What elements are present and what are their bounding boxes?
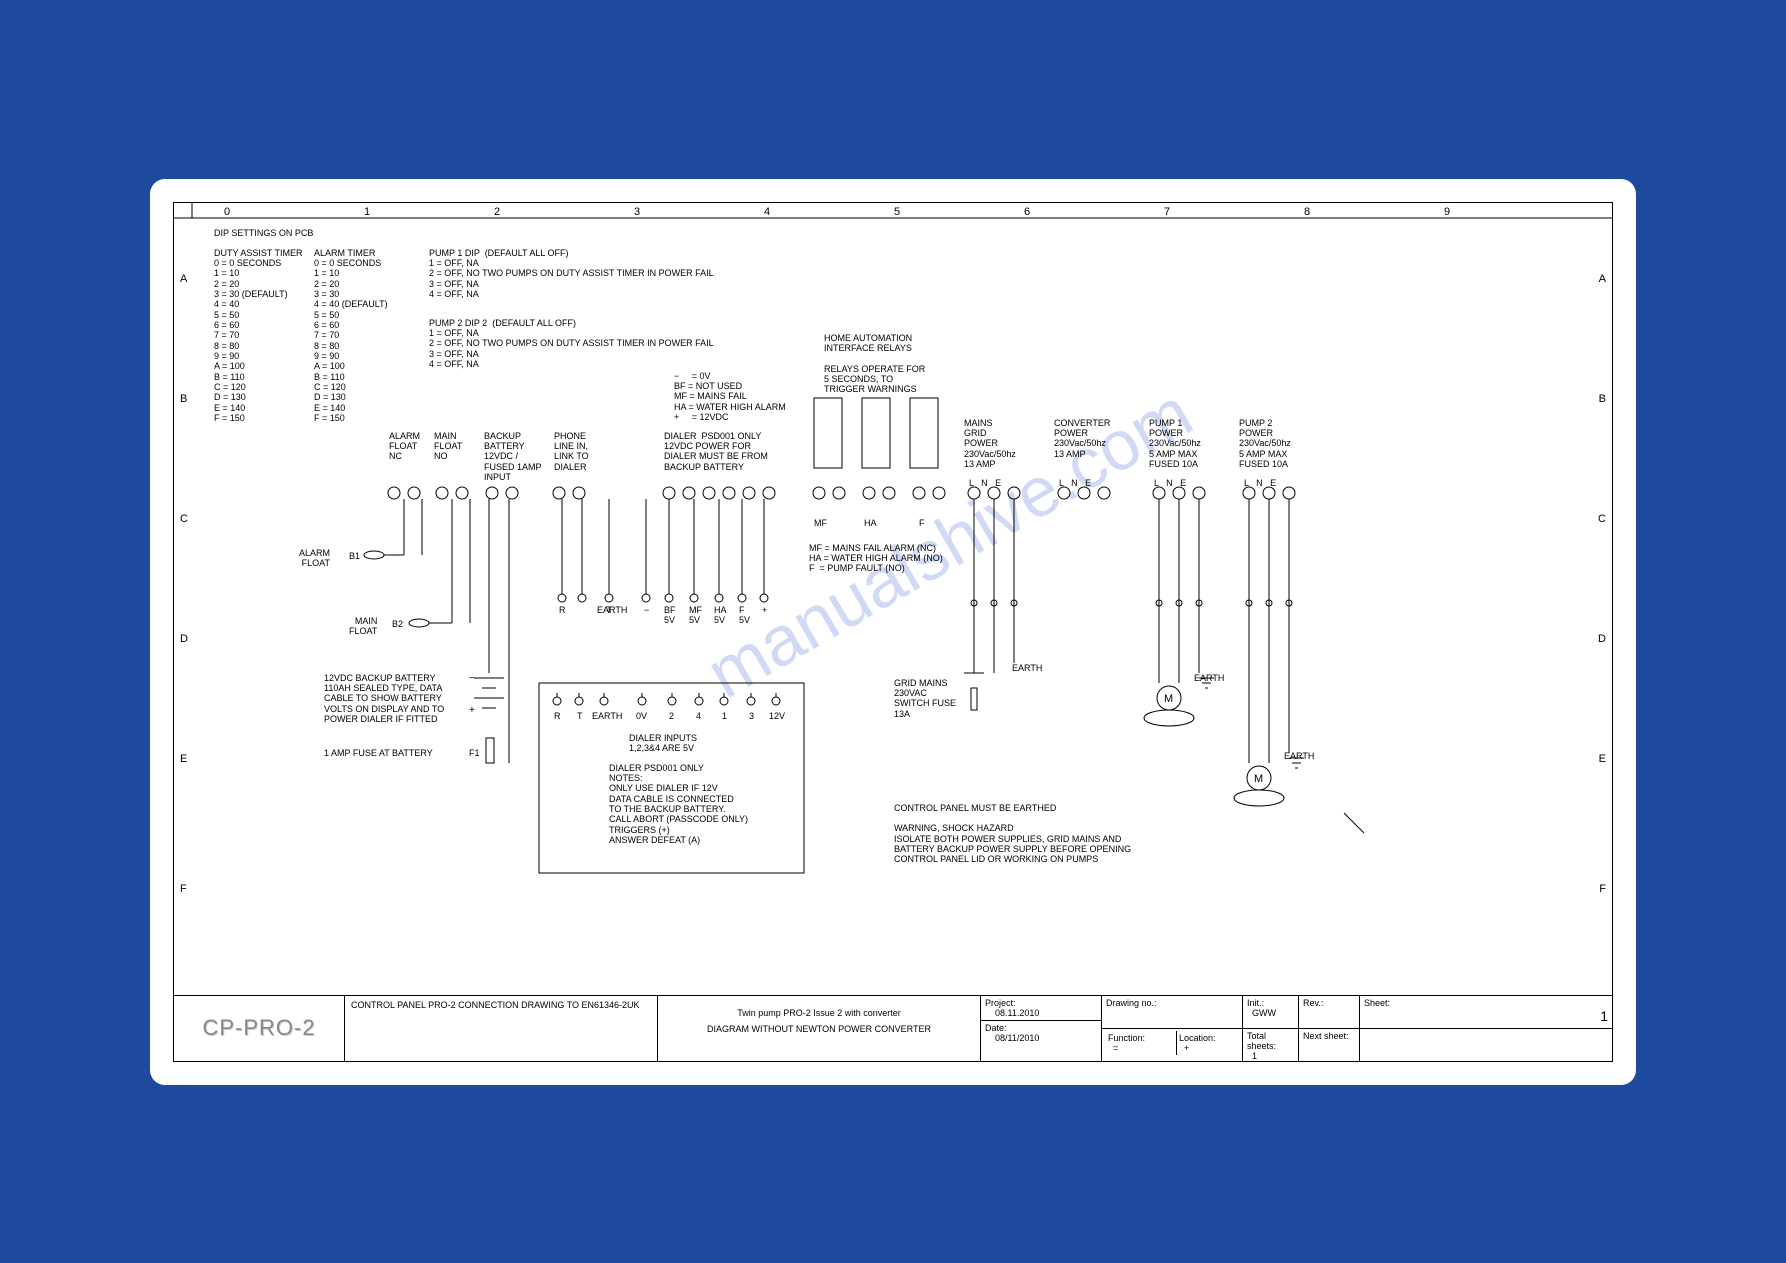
lbl-main-float: MAIN FLOAT NO: [434, 431, 462, 462]
row-f-l: F: [180, 883, 187, 895]
e-2: 2: [669, 711, 674, 721]
e-1: 1: [722, 711, 727, 721]
drawing-title: CONTROL PANEL PRO-2 CONNECTION DRAWING T…: [351, 1000, 651, 1010]
col-7: 7: [1164, 206, 1170, 218]
d-mf: MF 5V: [689, 605, 702, 626]
earth-d: EARTH: [597, 605, 627, 615]
grid-switch: GRID MAINS 230VAC SWITCH FUSE 13A: [894, 678, 956, 719]
relay-ha: HA: [864, 518, 877, 528]
row-c-l: C: [180, 513, 188, 525]
logo: CP-PRO-2: [174, 996, 345, 1061]
subtitle1: Twin pump PRO-2 Issue 2 with converter: [664, 1008, 974, 1018]
e-t: T: [577, 711, 583, 721]
row-d-l: D: [180, 633, 188, 645]
relay-f: F: [919, 518, 925, 528]
earth-lbl-3: EARTH: [1284, 751, 1314, 761]
d-plus: +: [762, 605, 767, 615]
b1: B1: [349, 551, 360, 561]
lbl-alarm-float: ALARM FLOAT NC: [389, 431, 420, 462]
battery-note: 12VDC BACKUP BATTERY 110AH SEALED TYPE, …: [324, 673, 444, 725]
titleblock: CP-PRO-2 CONTROL PANEL PRO-2 CONNECTION …: [174, 995, 1612, 1061]
warning: CONTROL PANEL MUST BE EARTHED WARNING, S…: [894, 803, 1131, 865]
row-b-l: B: [180, 393, 187, 405]
schematic-svg: − + M: [174, 203, 1612, 1061]
svg-text:M: M: [1254, 773, 1263, 785]
lne2: L N E: [1059, 478, 1091, 488]
lbl-pump2: PUMP 2 POWER 230Vac/50hz 5 AMP MAX FUSED…: [1239, 418, 1291, 470]
e-r: R: [554, 711, 561, 721]
e-12v: 12V: [769, 711, 785, 721]
lne4: L N E: [1244, 478, 1276, 488]
relay-legend: MF = MAINS FAIL ALARM (NC) HA = WATER HI…: [809, 543, 943, 574]
fuse-note: 1 AMP FUSE AT BATTERY: [324, 748, 433, 758]
float-main: MAIN FLOAT: [349, 616, 377, 637]
col-9: 9: [1444, 206, 1450, 218]
lbl-mains: MAINS GRID POWER 230Vac/50hz 13 AMP: [964, 418, 1016, 470]
lbl-conv: CONVERTER POWER 230Vac/50hz 13 AMP: [1054, 418, 1110, 459]
pump2-dip: PUMP 2 DIP 2 (DEFAULT ALL OFF) 1 = OFF, …: [429, 318, 714, 370]
b2: B2: [392, 619, 403, 629]
lbl-dialer: DIALER PSD001 ONLY 12VDC POWER FOR DIALE…: [664, 431, 768, 472]
dip-title: DIP SETTINGS ON PCB: [214, 228, 313, 238]
d-minus: −: [644, 605, 649, 615]
e-earth: EARTH: [592, 711, 622, 721]
alarm-timer: ALARM TIMER 0 = 0 SECONDS 1 = 10 2 = 20 …: [314, 248, 388, 424]
lbl-backup: BACKUP BATTERY 12VDC / FUSED 1AMP INPUT: [484, 431, 542, 483]
e-3: 3: [749, 711, 754, 721]
dialer-notes: DIALER PSD001 ONLY NOTES: ONLY USE DIALE…: [609, 763, 748, 846]
lne3: L N E: [1154, 478, 1186, 488]
svg-text:+: +: [469, 705, 475, 716]
lbl-phone: PHONE LINE IN, LINK TO DIALER: [554, 431, 589, 472]
d-f: F 5V: [739, 605, 750, 626]
col-3: 3: [634, 206, 640, 218]
duty-assist: DUTY ASSIST TIMER 0 = 0 SECONDS 1 = 10 2…: [214, 248, 303, 424]
fuse-f1: F1: [469, 748, 480, 758]
relay-mf: MF: [814, 518, 827, 528]
svg-text:M: M: [1164, 693, 1173, 705]
subtitle2: DIAGRAM WITHOUT NEWTON POWER CONVERTER: [664, 1024, 974, 1034]
col-2: 2: [494, 206, 500, 218]
drawing-frame: manualshive.com 0 1 2 3 4 5 6 7 8 9 A A …: [173, 202, 1613, 1062]
row-e-r: E: [1599, 753, 1606, 765]
legend1: − = 0V BF = NOT USED MF = MAINS FAIL HA …: [674, 371, 786, 423]
col-6: 6: [1024, 206, 1030, 218]
float-alarm: ALARM FLOAT: [299, 548, 330, 569]
lne1: L N E: [969, 478, 1001, 488]
drawing-sheet: manualshive.com 0 1 2 3 4 5 6 7 8 9 A A …: [153, 182, 1633, 1082]
row-f-r: F: [1599, 883, 1606, 895]
home-auto: HOME AUTOMATION INTERFACE RELAYS RELAYS …: [824, 333, 925, 395]
lbl-pump1: PUMP 1 POWER 230Vac/50hz 5 AMP MAX FUSED…: [1149, 418, 1201, 470]
col-5: 5: [894, 206, 900, 218]
col-8: 8: [1304, 206, 1310, 218]
e-4: 4: [696, 711, 701, 721]
d-bf: BF 5V: [664, 605, 676, 626]
dialer-inputs: DIALER INPUTS 1,2,3&4 ARE 5V: [629, 733, 697, 754]
earth-lbl-1: EARTH: [1012, 663, 1042, 673]
row-a-l: A: [180, 273, 187, 285]
col-4: 4: [764, 206, 770, 218]
row-b-r: B: [1599, 393, 1606, 405]
d-ha: HA 5V: [714, 605, 727, 626]
row-c-r: C: [1598, 513, 1606, 525]
earth-lbl-2: EARTH: [1194, 673, 1224, 683]
row-d-r: D: [1598, 633, 1606, 645]
col-0: 0: [224, 206, 230, 218]
watermark: manualshive.com: [694, 372, 1206, 714]
svg-text:−: −: [469, 673, 475, 684]
row-e-l: E: [180, 753, 187, 765]
pump1-dip: PUMP 1 DIP (DEFAULT ALL OFF) 1 = OFF, NA…: [429, 248, 714, 300]
col-1: 1: [364, 206, 370, 218]
e-0v: 0V: [636, 711, 647, 721]
row-a-r: A: [1599, 273, 1606, 285]
